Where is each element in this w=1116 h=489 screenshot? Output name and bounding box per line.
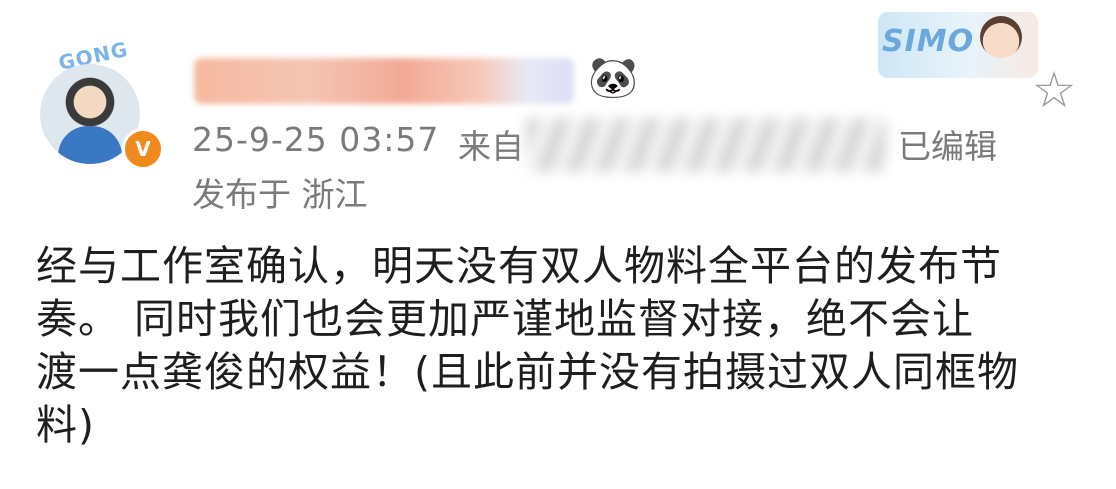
username-redacted[interactable] <box>194 58 574 104</box>
post-timestamp: 25-9-25 03:57 <box>192 120 440 159</box>
source-label: 来自 <box>458 127 524 166</box>
post-body-line: 渡一点龚俊的权益！(且此前并没有拍摄过双人同框物 <box>36 348 1019 396</box>
post-body-line: 经与工作室确认，明天没有双人物料全平台的发布节 <box>36 242 1002 290</box>
decoration-text: SIMO <box>882 24 975 59</box>
verified-badge-icon: V <box>122 128 164 170</box>
post-body-line: 奏。 同时我们也会更加严谨地监督对接，绝不会让 <box>36 295 975 343</box>
source-redacted <box>526 118 886 172</box>
post-body-line: 料) <box>36 401 95 449</box>
decoration-character <box>980 16 1022 58</box>
edited-label: 已编辑 <box>898 127 997 166</box>
fan-decoration-card[interactable]: SIMO <box>878 12 1038 78</box>
post-body: 经与工作室确认，明天没有双人物料全平台的发布节 奏。 同时我们也会更加严谨地监督… <box>36 240 1096 452</box>
avatar-figure <box>58 126 122 164</box>
favorite-star-icon[interactable]: ☆ <box>1028 64 1080 116</box>
author-avatar[interactable]: GONG V <box>36 37 164 170</box>
panda-icon: 🐼 <box>588 55 638 101</box>
post-location: 发布于 浙江 <box>192 175 368 214</box>
